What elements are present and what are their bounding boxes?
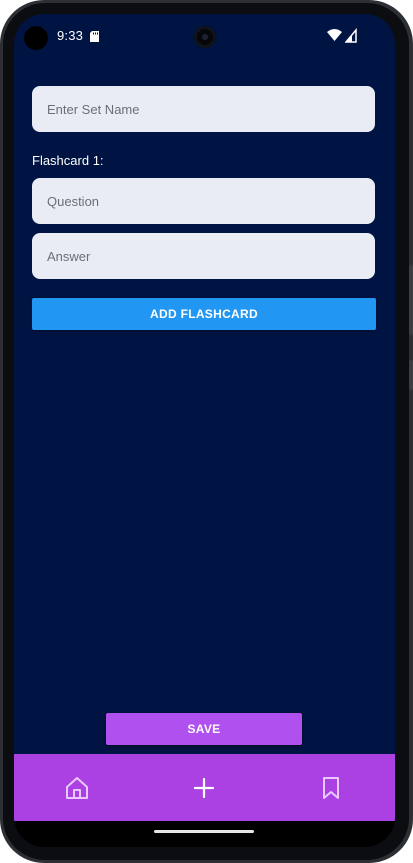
status-time: 9:33 <box>57 28 84 43</box>
bottom-navigation <box>14 754 395 821</box>
save-button[interactable]: SAVE <box>106 713 302 745</box>
nav-home[interactable] <box>61 772 93 804</box>
set-name-input[interactable] <box>32 86 375 132</box>
home-icon <box>66 777 88 799</box>
front-camera <box>194 26 216 48</box>
wifi-icon <box>327 29 342 41</box>
power-button <box>409 265 413 335</box>
nav-bookmarks[interactable] <box>315 772 347 804</box>
home-indicator[interactable] <box>154 830 254 833</box>
nav-add[interactable] <box>188 772 220 804</box>
plus-icon <box>193 777 215 799</box>
volume-button <box>409 360 413 390</box>
question-input[interactable] <box>32 178 375 224</box>
battery-icon <box>345 28 357 43</box>
phone-frame: 9:33 Flashcard 1: ADD FLASHCARD SAVE <box>0 0 413 863</box>
camera-cutout <box>24 26 48 50</box>
bookmark-icon <box>323 777 339 799</box>
answer-input[interactable] <box>32 233 375 279</box>
status-bar: 9:33 <box>14 14 395 60</box>
sd-card-icon <box>90 31 99 42</box>
add-flashcard-button[interactable]: ADD FLASHCARD <box>32 298 376 330</box>
gesture-bar <box>14 821 395 847</box>
flashcard-label: Flashcard 1: <box>32 153 104 168</box>
app-screen: 9:33 Flashcard 1: ADD FLASHCARD SAVE <box>14 14 395 847</box>
